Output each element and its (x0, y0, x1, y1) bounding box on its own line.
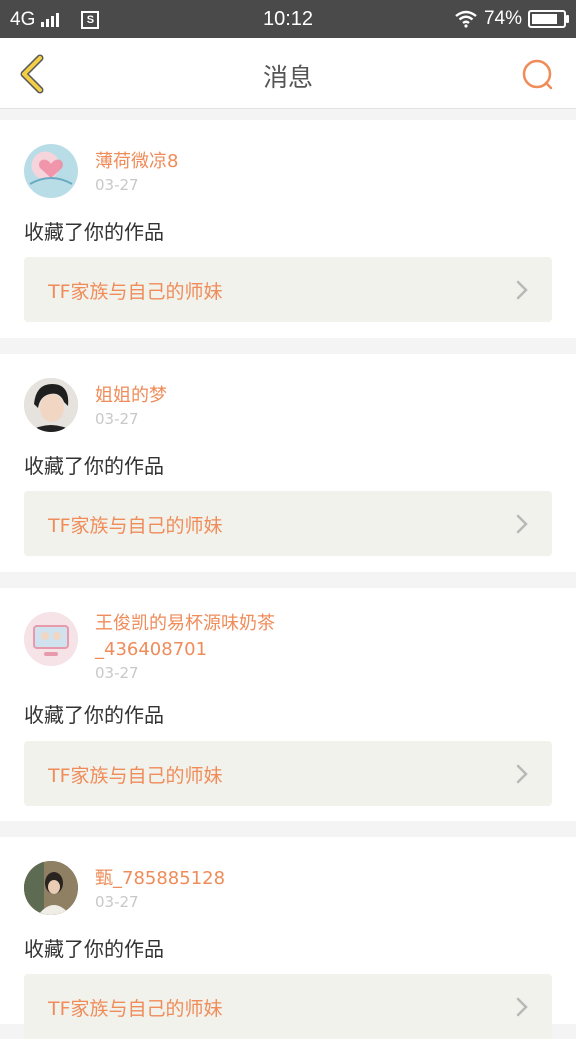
username[interactable]: 姐姐的梦 (95, 384, 167, 408)
avatar[interactable] (24, 144, 78, 198)
message-date: 03-27 (95, 893, 139, 911)
page-title: 消息 (262, 63, 313, 92)
avatar[interactable] (24, 612, 78, 666)
action-text: 收藏了你的作品 (24, 703, 164, 727)
action-text: 收藏了你的作品 (24, 220, 164, 244)
work-title: TF家族与自己的师妹 (48, 515, 223, 537)
username-line2[interactable]: _436408701 (95, 638, 207, 662)
status-bar: 4G S 10:12 74% (0, 0, 576, 38)
work-link[interactable]: TF家族与自己的师妹 (24, 741, 552, 806)
chevron-right-icon (516, 997, 528, 1017)
chevron-right-icon (516, 280, 528, 300)
action-text: 收藏了你的作品 (24, 937, 164, 961)
chevron-right-icon (516, 514, 528, 534)
message-date: 03-27 (95, 176, 139, 194)
message-card: 姐姐的梦 03-27 收藏了你的作品 TF家族与自己的师妹 (0, 354, 576, 572)
work-title: TF家族与自己的师妹 (48, 281, 223, 303)
avatar[interactable] (24, 378, 78, 432)
username[interactable]: 甄_785885128 (95, 867, 225, 891)
username[interactable]: 薄荷微凉8 (95, 150, 178, 174)
work-link[interactable]: TF家族与自己的师妹 (24, 257, 552, 322)
battery-percent: 74% (483, 8, 522, 29)
username[interactable]: 王俊凯的易杯源味奶茶 (95, 612, 275, 636)
message-date: 03-27 (95, 410, 139, 428)
work-link[interactable]: TF家族与自己的师妹 (24, 491, 552, 556)
work-title: TF家族与自己的师妹 (48, 765, 223, 787)
message-date: 03-27 (95, 664, 139, 682)
status-right: 74% (454, 8, 569, 30)
header-bar: 消息 (0, 38, 576, 109)
action-text: 收藏了你的作品 (24, 454, 164, 478)
work-title: TF家族与自己的师妹 (48, 998, 223, 1020)
message-card: 甄_785885128 03-27 收藏了你的作品 TF家族与自己的师妹 (0, 837, 576, 1039)
message-card: 王俊凯的易杯源味奶茶 _436408701 03-27 收藏了你的作品 TF家族… (0, 588, 576, 821)
work-link[interactable]: TF家族与自己的师妹 (24, 974, 552, 1039)
search-icon[interactable] (520, 57, 556, 93)
wifi-icon (455, 10, 477, 28)
chevron-right-icon (516, 764, 528, 784)
battery-icon (528, 10, 569, 28)
avatar[interactable] (24, 861, 78, 915)
message-card: 薄荷微凉8 03-27 收藏了你的作品 TF家族与自己的师妹 (0, 120, 576, 338)
